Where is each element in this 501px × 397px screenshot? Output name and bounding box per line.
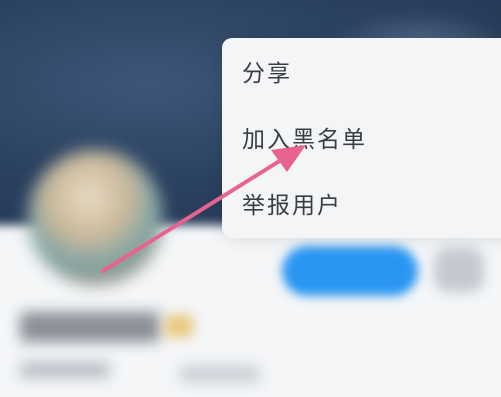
menu-item-add-to-blacklist[interactable]: 加入黑名单 — [242, 120, 367, 160]
menu-item-share[interactable]: 分享 — [242, 54, 292, 94]
blurred-user-info-secondary — [180, 366, 260, 382]
avatar[interactable] — [28, 150, 163, 285]
blurred-user-info — [20, 362, 110, 378]
blurred-level-badge — [165, 315, 193, 337]
follow-button[interactable] — [282, 246, 418, 296]
more-options-menu: 分享 加入黑名单 举报用户 — [222, 38, 501, 238]
message-button[interactable] — [434, 248, 484, 292]
blurred-nickname — [20, 312, 160, 342]
menu-item-report-user[interactable]: 举报用户 — [242, 186, 342, 226]
